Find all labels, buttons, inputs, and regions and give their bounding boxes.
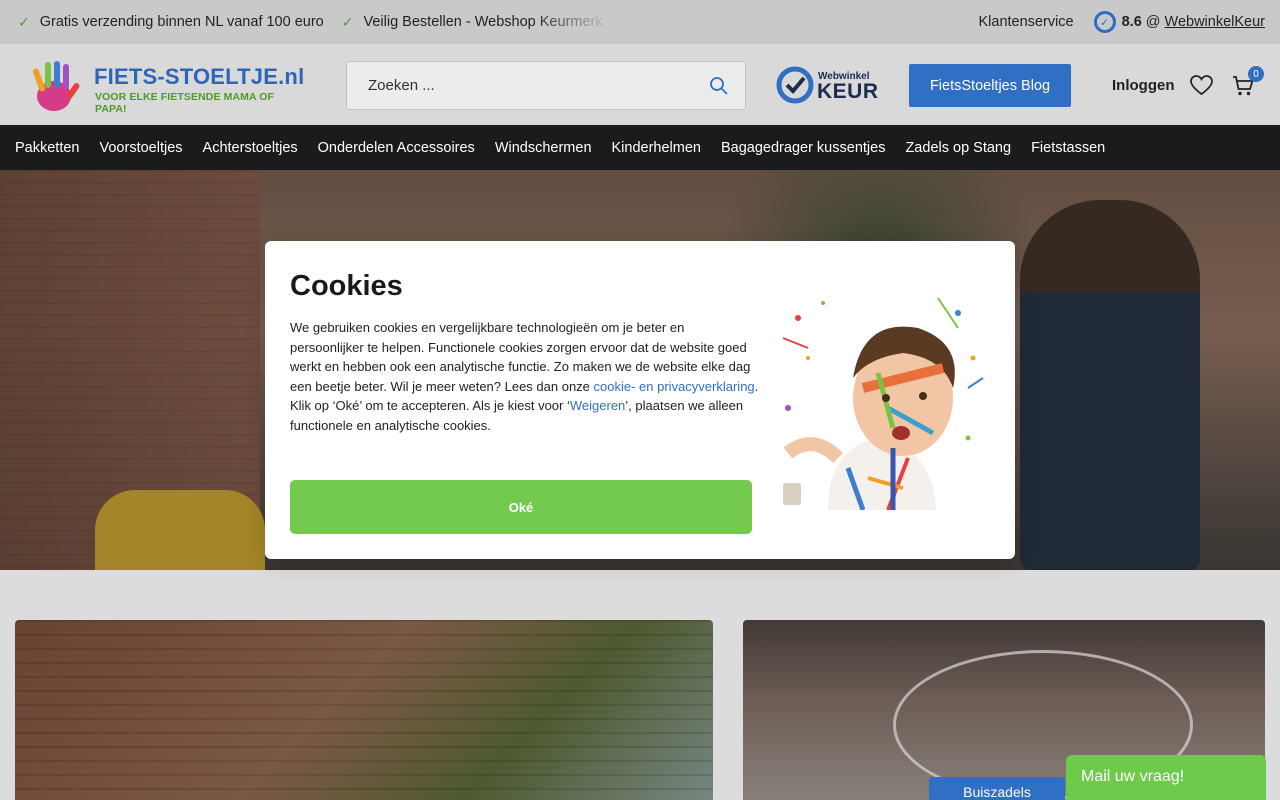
top-bar: ✓ Gratis verzending binnen NL vanaf 100 … (0, 0, 1280, 44)
customer-service-link[interactable]: Klantenservice (979, 14, 1074, 30)
logo-title: FIETS-STOELTJE.nl (94, 64, 305, 89)
check-icon: ✓ (341, 13, 354, 30)
webwinkelkeur-badge[interactable]: Webwinkel KEUR (776, 66, 880, 106)
category-tile-left[interactable] (15, 620, 713, 800)
nav-item-achterstoeltjes[interactable]: Achterstoeltjes (203, 140, 298, 156)
cookie-modal: Cookies We gebruiken cookies en vergelij… (265, 241, 1015, 559)
rating[interactable]: ✓ 8.6 @ WebwinkelKeur (1093, 11, 1265, 33)
main-nav: Pakketten Voorstoeltjes Achterstoeltjes … (0, 125, 1280, 170)
nav-item-pakketten[interactable]: Pakketten (15, 140, 80, 156)
search-bar (346, 61, 746, 110)
nav-item-voorstoeltjes[interactable]: Voorstoeltjes (100, 140, 183, 156)
search-input[interactable] (368, 77, 709, 94)
privacy-link[interactable]: cookie- en privacyverklaring (594, 379, 755, 394)
search-icon[interactable] (709, 76, 729, 96)
cart-count-badge: 0 (1248, 66, 1264, 82)
accept-cookies-button[interactable]: Oké (290, 480, 752, 534)
usp-label: Veilig Bestellen - Webshop Keurmerk (363, 14, 603, 30)
nav-item-fietstassen[interactable]: Fietstassen (1031, 140, 1105, 156)
mail-question-button[interactable]: Mail uw vraag! (1066, 755, 1266, 800)
nav-item-bagagedrager-kussentjes[interactable]: Bagagedrager kussentjes (721, 140, 885, 156)
usp-shipping: ✓ Gratis verzending binnen NL vanaf 100 … (18, 14, 324, 31)
rating-at: @ (1145, 14, 1161, 30)
cookie-text: We gebruiken cookies en vergelijkbare te… (290, 320, 759, 433)
login-link[interactable]: Inloggen (1112, 77, 1175, 94)
reject-link[interactable]: Weigeren (570, 398, 625, 413)
rating-score: 8.6 (1121, 14, 1142, 30)
webwinkelkeur-icon (776, 66, 814, 104)
logo[interactable]: FIETS-STOELTJE.nl VOOR ELKE FIETSENDE MA… (26, 58, 306, 115)
usp-label: Gratis verzending binnen NL vanaf 100 eu… (39, 14, 324, 30)
hand-logo-icon (32, 61, 80, 111)
blog-button[interactable]: FietsStoeltjes Blog (909, 64, 1071, 107)
keur-big-label: KEUR (817, 80, 879, 103)
rating-source-link[interactable]: WebwinkelKeur (1165, 14, 1265, 30)
usp-secure: ✓ Veilig Bestellen - Webshop Keurmerk (342, 14, 612, 31)
tile-label-buiszadels[interactable]: Buiszadels (929, 777, 1065, 800)
logo-subtitle: VOOR ELKE FIETSENDE MAMA OF PAPA! (95, 91, 275, 115)
nav-item-onderdelen-accessoires[interactable]: Onderdelen Accessoires (318, 140, 475, 156)
header: FIETS-STOELTJE.nl VOOR ELKE FIETSENDE MA… (0, 44, 1280, 125)
check-icon: ✓ (18, 13, 30, 30)
cookie-title: Cookies (290, 270, 403, 302)
nav-item-zadels-op-stang[interactable]: Zadels op Stang (905, 140, 1011, 156)
webwinkelkeur-icon: ✓ (1093, 11, 1116, 33)
painted-child-image (768, 288, 990, 510)
nav-item-kinderhelmen[interactable]: Kinderhelmen (612, 140, 701, 156)
heart-icon[interactable] (1190, 75, 1213, 96)
nav-item-windschermen[interactable]: Windschermen (495, 140, 592, 156)
